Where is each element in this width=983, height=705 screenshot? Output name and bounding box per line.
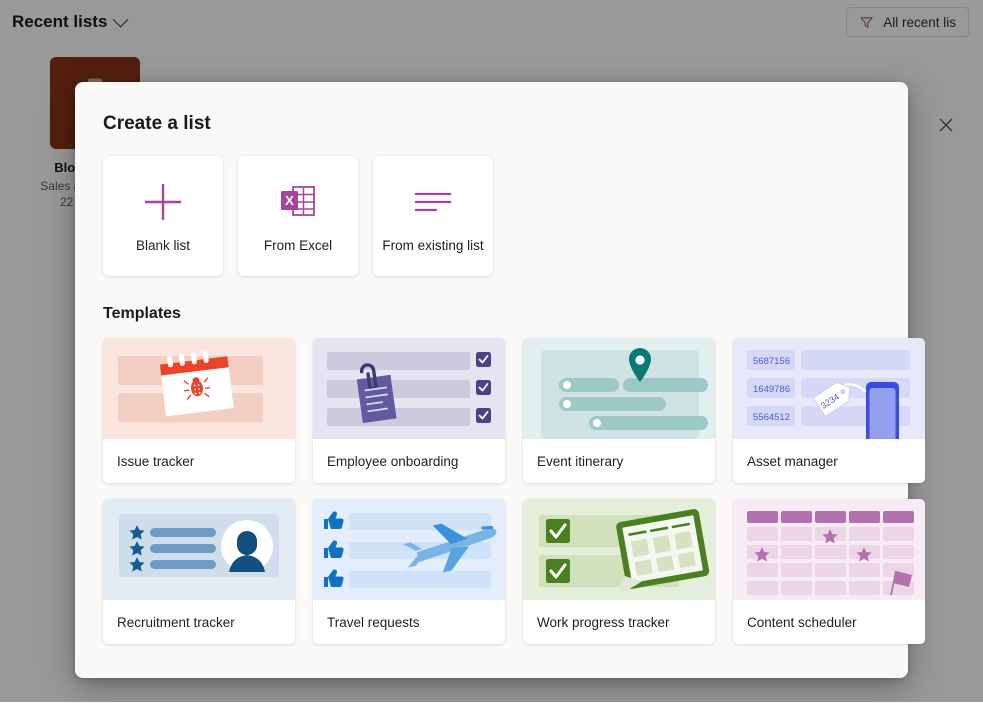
asset-id-1: 1649786 [753, 384, 790, 395]
recruitment-tracker-art [103, 499, 295, 600]
issue-tracker-art [103, 338, 295, 439]
template-label: Work progress tracker [523, 600, 715, 644]
template-card-issue-tracker[interactable]: Issue tracker [103, 338, 295, 483]
template-card-employee-onboarding[interactable]: Employee onboarding [313, 338, 505, 483]
template-label: Travel requests [313, 600, 505, 644]
asset-manager-art: 5687156 1649786 5564512 3234 [733, 338, 925, 439]
dialog-title: Create a list [103, 113, 211, 134]
asset-id-0: 5687156 [753, 356, 790, 367]
template-label: Event itinerary [523, 439, 715, 483]
svg-text:X: X [285, 193, 294, 208]
content-scheduler-art [733, 499, 925, 600]
templates-grid: Issue tracker Employee onboarding Event … [103, 338, 925, 644]
template-card-work-progress-tracker[interactable]: Work progress tracker [523, 499, 715, 644]
template-label: Issue tracker [103, 439, 295, 483]
excel-icon: X [280, 179, 316, 225]
create-list-dialog: Create a list Blank list X From Excel Fr… [75, 82, 925, 678]
template-card-event-itinerary[interactable]: Event itinerary [523, 338, 715, 483]
work-progress-tracker-art [523, 499, 715, 600]
close-button[interactable] [931, 110, 961, 140]
template-card-recruitment-tracker[interactable]: Recruitment tracker [103, 499, 295, 644]
source-label: From Excel [263, 238, 333, 253]
event-itinerary-art [523, 338, 715, 439]
template-card-travel-requests[interactable]: Travel requests [313, 499, 505, 644]
templates-heading: Templates [103, 305, 181, 322]
asset-id-2: 5564512 [753, 412, 790, 423]
template-card-content-scheduler[interactable]: Content scheduler [733, 499, 925, 644]
close-icon [939, 118, 953, 132]
employee-onboarding-art [313, 338, 505, 439]
source-label: Blank list [135, 238, 191, 253]
template-label: Recruitment tracker [103, 600, 295, 644]
template-label: Asset manager [733, 439, 925, 483]
source-card-from-excel[interactable]: X From Excel [238, 156, 358, 276]
create-source-options: Blank list X From Excel From existing li… [103, 156, 880, 276]
source-label: From existing list [382, 238, 484, 253]
source-card-blank-list[interactable]: Blank list [103, 156, 223, 276]
template-label: Content scheduler [733, 600, 925, 644]
travel-requests-art [313, 499, 505, 600]
source-card-from-existing-list[interactable]: From existing list [373, 156, 493, 276]
template-label: Employee onboarding [313, 439, 505, 483]
list-lines-icon [413, 179, 453, 225]
template-card-asset-manager[interactable]: 5687156 1649786 5564512 3234 Asset manag… [733, 338, 925, 483]
plus-icon [142, 179, 184, 225]
